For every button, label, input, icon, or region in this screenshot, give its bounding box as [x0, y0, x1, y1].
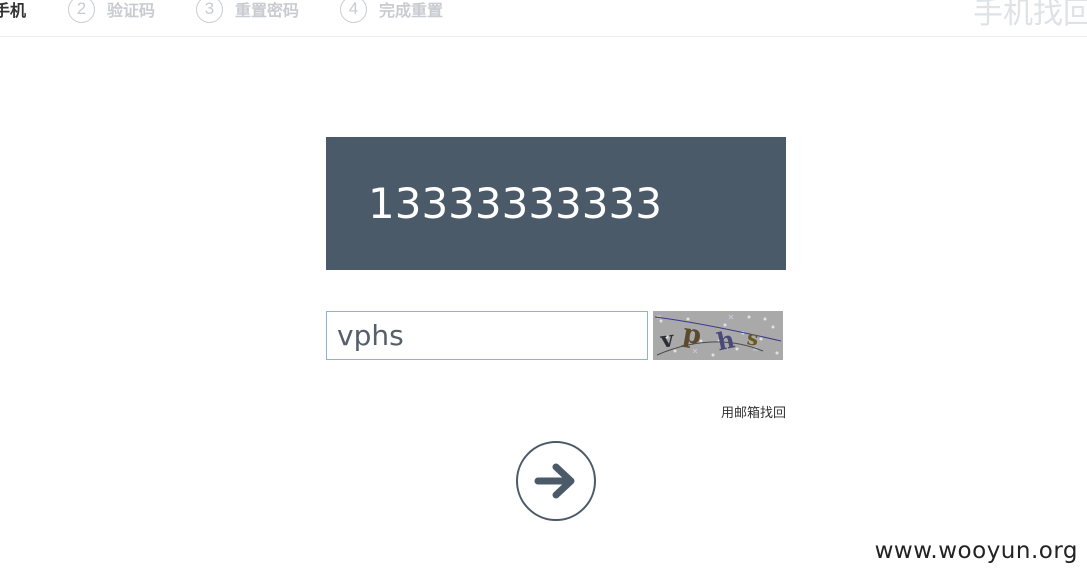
arrow-right-icon	[534, 463, 575, 499]
captcha-input[interactable]	[326, 311, 648, 360]
captcha-image[interactable]: v p h s	[653, 311, 783, 360]
page-title: 手机找回	[973, 0, 1087, 31]
step-2-verify-code: 2 验证码	[68, 0, 155, 24]
step-progress-bar: 手机 2 验证码 3 重置密码 4 完成重置 手机找回	[0, 0, 1087, 37]
phone-number-text: 13333333333	[368, 179, 662, 228]
step-3-number: 3	[196, 0, 223, 23]
step-3-reset-password: 3 重置密码	[196, 0, 299, 24]
step-1-label: 手机	[0, 3, 27, 20]
next-button[interactable]	[516, 441, 596, 521]
phone-number-display: 13333333333	[326, 137, 786, 270]
step-3-label: 重置密码	[235, 3, 300, 20]
step-2-number: 2	[68, 0, 95, 23]
step-2-label: 验证码	[107, 3, 156, 20]
step-1-phone: 手机	[0, 0, 26, 24]
watermark: www.wooyun.org	[874, 538, 1078, 564]
step-4-number: 4	[340, 0, 367, 23]
email-recovery-link[interactable]: 用邮箱找回	[716, 402, 786, 421]
step-4-complete: 4 完成重置	[340, 0, 443, 24]
step-4-label: 完成重置	[379, 3, 444, 20]
